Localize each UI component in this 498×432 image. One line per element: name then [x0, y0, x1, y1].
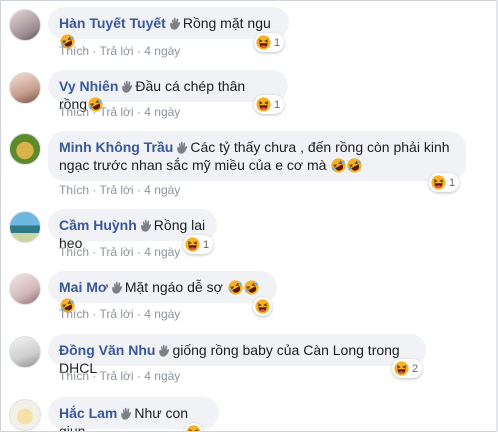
reply-link[interactable]: Trả lời	[99, 245, 133, 259]
like-link[interactable]: Thích	[59, 105, 89, 119]
haha-reaction-icon	[394, 361, 409, 376]
reply-link[interactable]: Trả lời	[99, 105, 133, 119]
avatar[interactable]	[9, 273, 41, 305]
comment-text-line2: ngạc trước nhan sắc mỹ miều của e cơ mà	[59, 157, 327, 173]
reaction-count[interactable]: 1	[429, 173, 460, 192]
haha-reaction-icon	[186, 425, 201, 432]
reaction-count[interactable]	[184, 423, 203, 432]
waving-hand-icon	[176, 141, 188, 154]
comment-actions: Thích · Trả lời · 4 ngày	[59, 183, 181, 197]
reaction-count[interactable]: 1	[183, 235, 214, 254]
haha-reaction-icon	[256, 97, 271, 112]
reply-link[interactable]: Trả lời	[99, 183, 133, 197]
laughing-emoji-icon	[244, 280, 259, 295]
avatar[interactable]	[9, 336, 41, 368]
comment-bubble: Minh Không Trầu Các tỷ thấy chưa , đến rồ…	[48, 131, 466, 181]
laughing-emoji-icon	[347, 158, 362, 173]
reaction-count[interactable]: 2	[392, 359, 423, 378]
reply-link[interactable]: Trả lời	[99, 369, 133, 383]
avatar[interactable]	[9, 72, 41, 104]
comment-timestamp[interactable]: 4 ngày	[144, 307, 180, 321]
comment-timestamp[interactable]: 4 ngày	[144, 245, 180, 259]
like-link[interactable]: Thích	[59, 183, 89, 197]
haha-reaction-icon	[431, 175, 446, 190]
avatar[interactable]	[9, 9, 41, 41]
like-link[interactable]: Thích	[59, 369, 89, 383]
laughing-emoji-icon	[331, 158, 346, 173]
like-link[interactable]: Thích	[59, 245, 89, 259]
comment-text: Rồng mặt ngu	[182, 15, 271, 31]
reply-link[interactable]: Trả lời	[99, 44, 133, 58]
comment-actions: Thích · Trả lời · 4 ngày	[59, 245, 181, 259]
comment-actions: Thích · Trả lời · 4 ngày	[59, 105, 181, 119]
haha-reaction-icon	[256, 35, 271, 50]
comment-timestamp[interactable]: 4 ngày	[144, 369, 180, 383]
reaction-count[interactable]: 1	[254, 95, 285, 114]
comment-actions: Thích · Trả lời · 4 ngày	[59, 369, 181, 383]
comment-timestamp[interactable]: 4 ngày	[144, 44, 180, 58]
comment-author[interactable]: Hàn Tuyết Tuyết	[59, 15, 166, 31]
comment-author[interactable]: Vy Nhiên	[59, 78, 118, 94]
comment-bubble: Hàn Tuyết Tuyết Rồng mặt ngu	[48, 7, 289, 39]
comment-actions: Thích · Trả lời · 4 ngày	[59, 44, 181, 58]
laughing-emoji-icon	[228, 280, 243, 295]
comment-bubble: Mai Mơ Mặt ngáo dễ sợ	[48, 271, 277, 303]
reaction-count[interactable]	[253, 297, 272, 316]
avatar[interactable]	[9, 211, 41, 243]
comment-text: Mặt ngáo dễ sợ	[124, 279, 223, 295]
avatar[interactable]	[9, 133, 41, 165]
waving-hand-icon	[140, 219, 152, 232]
waving-hand-icon	[120, 407, 132, 420]
comment-author[interactable]: Minh Không Trầu	[59, 139, 173, 155]
comment-text: Các tỷ thấy chưa , đến rồng còn phải kin…	[190, 139, 450, 155]
comment-author[interactable]: Hắc Lam	[59, 405, 117, 421]
waving-hand-icon	[169, 17, 181, 30]
avatar[interactable]	[9, 399, 41, 431]
comment-bubble: Đồng Văn Nhu giống rồng baby của Càn Long…	[48, 334, 426, 376]
comment-actions: Thích · Trả lời · 4 ngày	[59, 307, 181, 321]
haha-reaction-icon	[255, 299, 270, 314]
comment-bubble: Vy Nhiên Đầu cá chép thân rồng	[48, 70, 288, 112]
reaction-count[interactable]: 1	[254, 33, 285, 52]
comment-thread: Hàn Tuyết Tuyết Rồng mặt ngu 1 Thích · Tr…	[0, 0, 498, 432]
waving-hand-icon	[111, 281, 123, 294]
reply-link[interactable]: Trả lời	[99, 307, 133, 321]
comment-author[interactable]: Mai Mơ	[59, 279, 108, 295]
comment-timestamp[interactable]: 4 ngày	[144, 183, 180, 197]
waving-hand-icon	[158, 344, 170, 357]
comment-timestamp[interactable]: 4 ngày	[144, 105, 180, 119]
like-link[interactable]: Thích	[59, 44, 89, 58]
comment-author[interactable]: Cầm Huỳnh	[59, 217, 137, 233]
comment-author[interactable]: Đồng Văn Nhu	[59, 342, 155, 358]
waving-hand-icon	[121, 80, 133, 93]
haha-reaction-icon	[185, 237, 200, 252]
like-link[interactable]: Thích	[59, 307, 89, 321]
